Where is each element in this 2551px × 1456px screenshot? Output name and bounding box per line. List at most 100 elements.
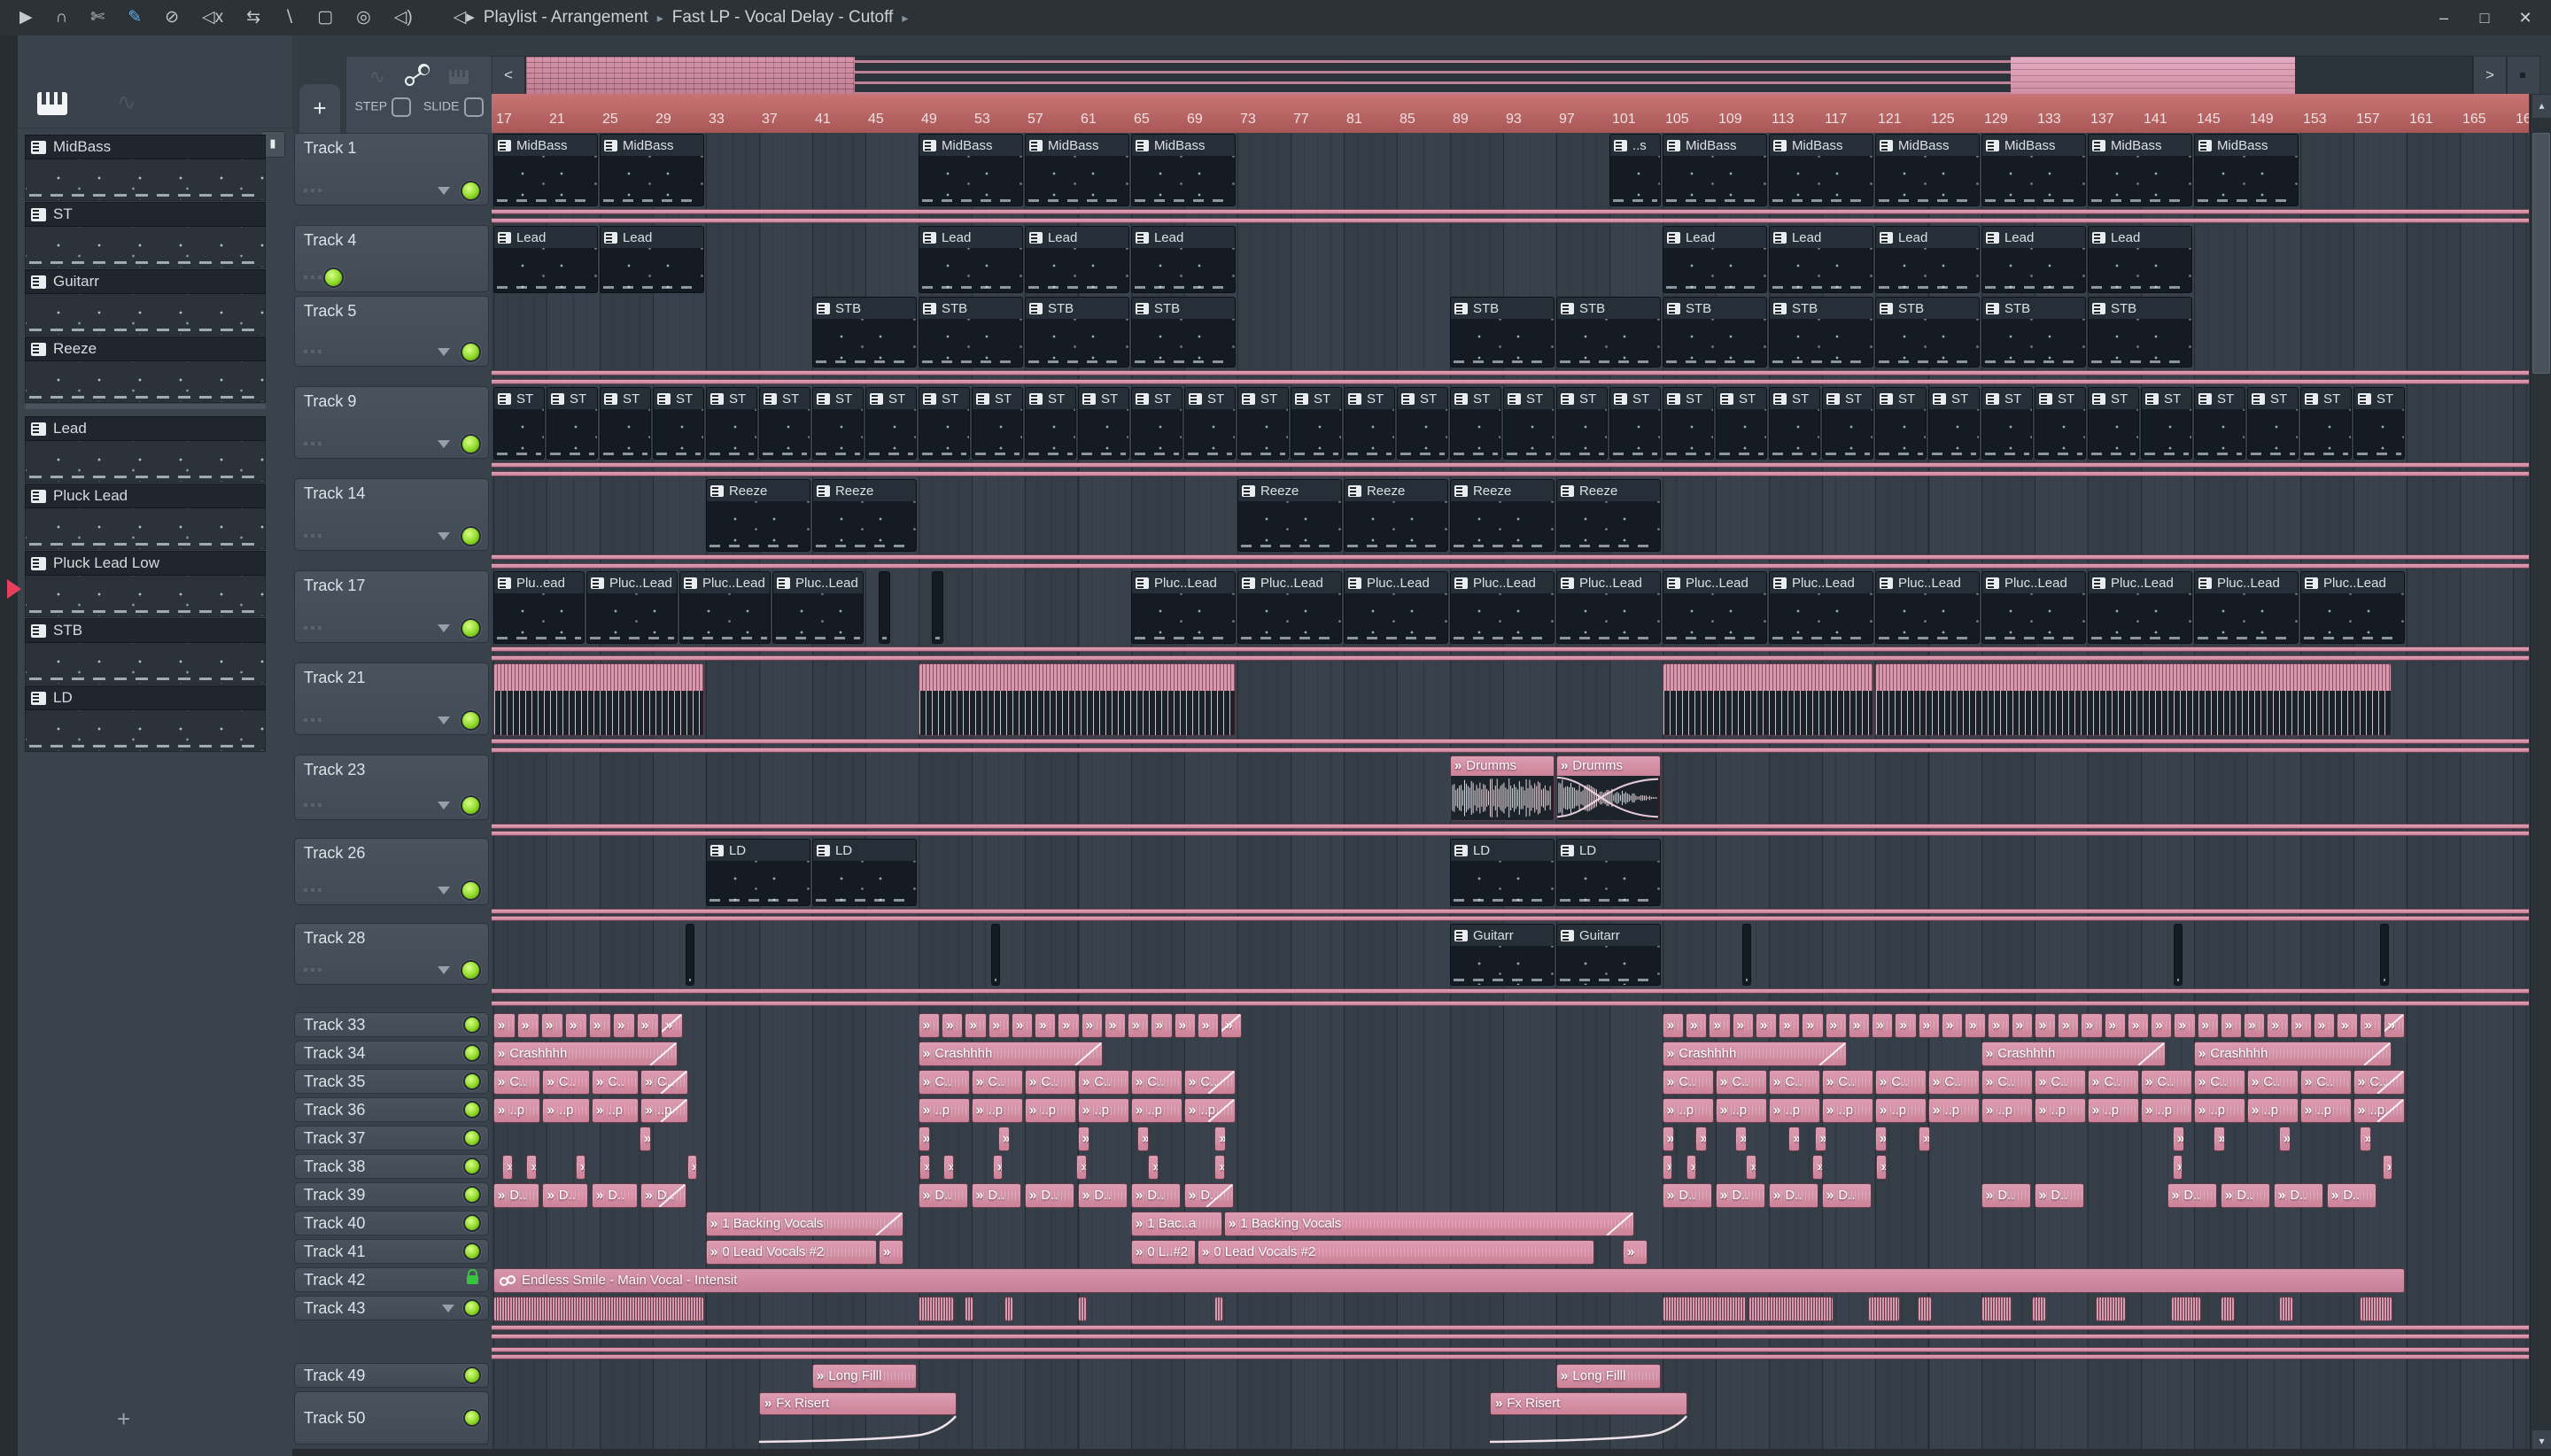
audio-clip[interactable]: » xyxy=(1874,1127,1887,1151)
audio-clip[interactable]: » xyxy=(526,1155,537,1180)
audio-clip[interactable]: » xyxy=(919,1155,930,1180)
chopped-audio-clip[interactable] xyxy=(1662,1297,1748,1321)
track-mute-led[interactable] xyxy=(463,1409,481,1427)
collapsed-track-clip[interactable] xyxy=(492,370,2529,376)
scroll-up-button[interactable]: ▴ xyxy=(2532,94,2551,119)
pattern-clip-lead[interactable]: Lead xyxy=(1662,226,1767,293)
pattern-clip-stb[interactable]: STB xyxy=(1662,297,1767,368)
track-23-header[interactable]: Track 23 xyxy=(294,755,489,820)
track-mute-led[interactable] xyxy=(463,1158,481,1175)
track-options-dots[interactable] xyxy=(304,534,323,538)
pattern-clip-reeze[interactable]: Reeze xyxy=(1555,479,1661,552)
audio-clip[interactable]: » xyxy=(636,1013,659,1038)
track-collapse-icon[interactable] xyxy=(438,716,450,724)
pattern-clip-pluc-lead[interactable]: Pluc..Lead xyxy=(1555,571,1661,644)
audio-clip-c-[interactable]: » C.. xyxy=(2246,1070,2299,1095)
track-21-header[interactable]: Track 21 xyxy=(294,662,489,735)
audio-clip[interactable]: » xyxy=(965,1013,987,1038)
audio-clip--p[interactable]: » ..p xyxy=(1715,1098,1767,1123)
track-collapse-icon[interactable] xyxy=(438,623,450,632)
audio-clip[interactable]: » xyxy=(997,1127,1010,1151)
pattern-clip-midbass[interactable]: MidBass xyxy=(1981,134,2086,206)
audio-clip[interactable]: » xyxy=(1662,1155,1673,1180)
picker-item-st[interactable]: ST xyxy=(25,202,266,268)
audio-clip[interactable]: » xyxy=(1137,1127,1150,1151)
snap-magnet-icon[interactable]: ∩ xyxy=(56,0,68,35)
track-14-header[interactable]: Track 14 xyxy=(294,478,489,551)
audio-clip[interactable]: » xyxy=(2172,1127,2184,1151)
audio-clip[interactable]: » xyxy=(1151,1013,1173,1038)
pattern-clip-st[interactable]: ST xyxy=(918,387,970,460)
pattern-clip-pluc-lead[interactable]: Pluc..Lead xyxy=(2087,571,2192,644)
audio-clip[interactable]: » xyxy=(2197,1013,2219,1038)
slide-mode-icon[interactable] xyxy=(405,68,430,86)
audio-clip[interactable]: » xyxy=(2172,1155,2183,1180)
audio-clip[interactable]: » xyxy=(1988,1013,2010,1038)
pattern-clip-stb[interactable]: STB xyxy=(918,297,1023,368)
pattern-clip-pluc-lead[interactable]: Pluc..Lead xyxy=(1130,571,1236,644)
collapsed-track-clip[interactable] xyxy=(492,647,2529,652)
pattern-clip-reeze[interactable]: Reeze xyxy=(705,479,810,552)
audio-clip[interactable]: » xyxy=(1788,1127,1801,1151)
navigator-scroll-right-button[interactable]: > xyxy=(2473,56,2507,96)
pattern-clip-pluc-lead[interactable]: Pluc..Lead xyxy=(1768,571,1873,644)
chopped-audio-clip[interactable] xyxy=(492,663,704,736)
audio-clip[interactable]: » xyxy=(2127,1013,2150,1038)
track-49-header[interactable]: Track 49 xyxy=(294,1363,489,1388)
audio-clip[interactable]: » xyxy=(1662,1127,1674,1151)
audio-clip[interactable]: » xyxy=(1148,1155,1159,1180)
audio-clip-crashhhh[interactable]: » Crashhhh xyxy=(918,1042,1103,1066)
bottom-scroll-strip[interactable] xyxy=(292,1449,2551,1456)
audio-clip[interactable]: » xyxy=(1686,1155,1697,1180)
audio-clip--p[interactable]: » ..p xyxy=(640,1098,688,1123)
pattern-clip-st[interactable]: ST xyxy=(1237,387,1289,460)
audio-clip-d-[interactable]: » D.. xyxy=(971,1183,1022,1208)
collapsed-track-strips[interactable] xyxy=(492,647,2529,661)
track-options-dots[interactable] xyxy=(304,968,323,972)
track-28-header[interactable]: Track 28 xyxy=(294,923,489,985)
audio-clip[interactable]: » xyxy=(660,1013,683,1038)
track-28-lane[interactable]: Guitarr Guitarr xyxy=(492,923,2529,987)
audio-clip--p[interactable]: » ..p xyxy=(1821,1098,1873,1123)
audio-clip[interactable]: » xyxy=(564,1013,587,1038)
pattern-clip-pluc-lead[interactable]: Pluc..Lead xyxy=(1981,571,2086,644)
audio-clip[interactable]: » xyxy=(2081,1013,2103,1038)
audio-clip--p[interactable]: » ..p xyxy=(918,1098,970,1123)
collapsed-track-clip[interactable] xyxy=(492,379,2529,384)
audio-clip-c-[interactable]: » C.. xyxy=(1981,1070,2033,1095)
audio-clip[interactable]: » xyxy=(2174,1013,2196,1038)
arrangement-navigator[interactable] xyxy=(525,56,2473,96)
pattern-clip-pluc-lead[interactable]: Pluc..Lead xyxy=(1343,571,1448,644)
track-options-dots[interactable] xyxy=(304,718,323,722)
track-34-lane[interactable]: » Crashhhh» Crashhhh» Crashhhh» Crashhhh» Cra… xyxy=(492,1041,2529,1067)
picker-add-button[interactable]: + xyxy=(117,1406,130,1433)
audio-clip-fx-risert[interactable]: » Fx Risert xyxy=(1489,1392,1687,1445)
audio-clip[interactable]: » xyxy=(1876,1155,1887,1180)
audio-clip[interactable]: » xyxy=(1686,1013,1708,1038)
collapsed-track-clip[interactable] xyxy=(492,1334,2529,1339)
track-collapse-icon[interactable] xyxy=(438,886,450,895)
pattern-clip[interactable] xyxy=(2174,924,2183,986)
pattern-clip-guitarr[interactable]: Guitarr xyxy=(1555,924,1661,986)
track-9-lane[interactable]: ST ST ST ST ST ST ST ST ST ST ST ST ST ST ST ST ST ST ST ST… xyxy=(492,386,2529,461)
collapsed-track-strips[interactable] xyxy=(492,209,2529,223)
track-mute-led[interactable] xyxy=(463,1186,481,1204)
pattern-clip-lead[interactable]: Lead xyxy=(1768,226,1873,293)
audio-clip-c-[interactable]: » C.. xyxy=(1183,1070,1236,1095)
pattern-clip-st[interactable]: ST xyxy=(1077,387,1129,460)
track-50-lane[interactable]: » Fx Risert » Fx Risert xyxy=(492,1391,2529,1446)
audio-clip--p[interactable]: » ..p xyxy=(971,1098,1023,1123)
track-options-dots[interactable] xyxy=(304,626,323,630)
pattern-clip-pluc-lead[interactable]: Pluc..Lead xyxy=(2193,571,2299,644)
audio-clip-1-backing-vocals[interactable]: » 1 Backing Vocals xyxy=(705,1212,903,1236)
chopped-audio-clip[interactable] xyxy=(1662,663,1873,736)
audio-clip[interactable]: » xyxy=(1197,1013,1220,1038)
audio-clip--p[interactable]: » ..p xyxy=(1874,1098,1927,1123)
audio-clip[interactable]: » xyxy=(492,1013,516,1038)
audio-clip--p[interactable]: » ..p xyxy=(591,1098,640,1123)
audio-clip[interactable]: » xyxy=(2313,1013,2336,1038)
track-42-lane[interactable]: Endless Smile - Main Vocal - Intensit xyxy=(492,1267,2529,1294)
audio-clip[interactable]: » xyxy=(2034,1013,2057,1038)
pattern-clip-stb[interactable]: STB xyxy=(1449,297,1555,368)
close-button[interactable]: ✕ xyxy=(2516,9,2535,27)
